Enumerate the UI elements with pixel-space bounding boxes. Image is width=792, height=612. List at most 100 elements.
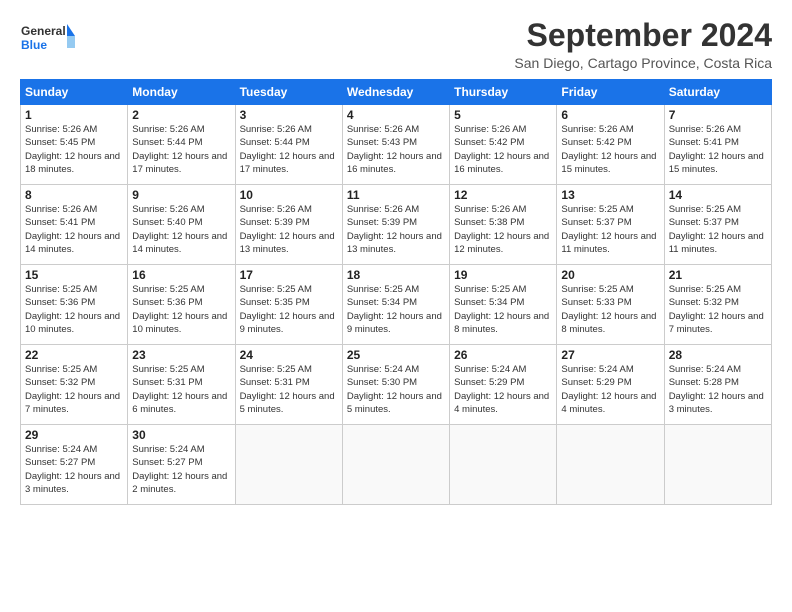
week-row-1: 1 Sunrise: 5:26 AM Sunset: 5:45 PM Dayli… xyxy=(21,105,772,185)
week-row-4: 22 Sunrise: 5:25 AM Sunset: 5:32 PM Dayl… xyxy=(21,345,772,425)
sunrise-label: Sunrise: 5:25 AM xyxy=(25,364,97,375)
day-info: Sunrise: 5:25 AM Sunset: 5:34 PM Dayligh… xyxy=(347,283,445,336)
daylight-label: Daylight: 12 hours and 12 minutes. xyxy=(454,231,549,255)
svg-text:Blue: Blue xyxy=(21,38,47,52)
calendar-cell xyxy=(557,425,664,505)
sunset-label: Sunset: 5:32 PM xyxy=(669,297,739,308)
day-number: 5 xyxy=(454,108,552,122)
daylight-label: Daylight: 12 hours and 11 minutes. xyxy=(669,231,764,255)
sunset-label: Sunset: 5:37 PM xyxy=(561,217,631,228)
calendar-cell: 20 Sunrise: 5:25 AM Sunset: 5:33 PM Dayl… xyxy=(557,265,664,345)
day-info: Sunrise: 5:26 AM Sunset: 5:41 PM Dayligh… xyxy=(25,203,123,256)
calendar-cell: 27 Sunrise: 5:24 AM Sunset: 5:29 PM Dayl… xyxy=(557,345,664,425)
daylight-label: Daylight: 12 hours and 9 minutes. xyxy=(347,311,442,335)
daylight-label: Daylight: 12 hours and 4 minutes. xyxy=(454,391,549,415)
day-info: Sunrise: 5:26 AM Sunset: 5:41 PM Dayligh… xyxy=(669,123,767,176)
day-info: Sunrise: 5:25 AM Sunset: 5:36 PM Dayligh… xyxy=(25,283,123,336)
daylight-label: Daylight: 12 hours and 16 minutes. xyxy=(454,151,549,175)
header-tuesday: Tuesday xyxy=(235,80,342,105)
sunset-label: Sunset: 5:32 PM xyxy=(25,377,95,388)
day-number: 22 xyxy=(25,348,123,362)
calendar-cell: 2 Sunrise: 5:26 AM Sunset: 5:44 PM Dayli… xyxy=(128,105,235,185)
day-number: 27 xyxy=(561,348,659,362)
sunset-label: Sunset: 5:34 PM xyxy=(347,297,417,308)
sunrise-label: Sunrise: 5:24 AM xyxy=(25,444,97,455)
daylight-label: Daylight: 12 hours and 3 minutes. xyxy=(669,391,764,415)
sunset-label: Sunset: 5:28 PM xyxy=(669,377,739,388)
day-number: 17 xyxy=(240,268,338,282)
calendar-cell: 25 Sunrise: 5:24 AM Sunset: 5:30 PM Dayl… xyxy=(342,345,449,425)
daylight-label: Daylight: 12 hours and 10 minutes. xyxy=(25,311,120,335)
calendar-cell: 13 Sunrise: 5:25 AM Sunset: 5:37 PM Dayl… xyxy=(557,185,664,265)
sunrise-label: Sunrise: 5:24 AM xyxy=(561,364,633,375)
daylight-label: Daylight: 12 hours and 7 minutes. xyxy=(669,311,764,335)
sunset-label: Sunset: 5:37 PM xyxy=(669,217,739,228)
sunrise-label: Sunrise: 5:26 AM xyxy=(669,124,741,135)
week-row-3: 15 Sunrise: 5:25 AM Sunset: 5:36 PM Dayl… xyxy=(21,265,772,345)
calendar-cell: 4 Sunrise: 5:26 AM Sunset: 5:43 PM Dayli… xyxy=(342,105,449,185)
day-number: 25 xyxy=(347,348,445,362)
day-number: 13 xyxy=(561,188,659,202)
svg-text:General: General xyxy=(21,24,66,38)
sunset-label: Sunset: 5:35 PM xyxy=(240,297,310,308)
calendar-cell: 18 Sunrise: 5:25 AM Sunset: 5:34 PM Dayl… xyxy=(342,265,449,345)
page: General Blue September 2024 San Diego, C… xyxy=(0,0,792,612)
calendar-table: Sunday Monday Tuesday Wednesday Thursday… xyxy=(20,79,772,505)
calendar-cell: 23 Sunrise: 5:25 AM Sunset: 5:31 PM Dayl… xyxy=(128,345,235,425)
sunrise-label: Sunrise: 5:26 AM xyxy=(25,204,97,215)
day-number: 14 xyxy=(669,188,767,202)
title-block: September 2024 San Diego, Cartago Provin… xyxy=(514,18,772,71)
daylight-label: Daylight: 12 hours and 9 minutes. xyxy=(240,311,335,335)
day-info: Sunrise: 5:25 AM Sunset: 5:37 PM Dayligh… xyxy=(561,203,659,256)
sunset-label: Sunset: 5:36 PM xyxy=(25,297,95,308)
day-number: 12 xyxy=(454,188,552,202)
sunset-label: Sunset: 5:39 PM xyxy=(240,217,310,228)
day-number: 30 xyxy=(132,428,230,442)
calendar-cell: 14 Sunrise: 5:25 AM Sunset: 5:37 PM Dayl… xyxy=(664,185,771,265)
day-number: 23 xyxy=(132,348,230,362)
sunset-label: Sunset: 5:31 PM xyxy=(132,377,202,388)
daylight-label: Daylight: 12 hours and 11 minutes. xyxy=(561,231,656,255)
calendar-cell xyxy=(235,425,342,505)
sunrise-label: Sunrise: 5:26 AM xyxy=(454,124,526,135)
sunset-label: Sunset: 5:29 PM xyxy=(454,377,524,388)
header-saturday: Saturday xyxy=(664,80,771,105)
day-info: Sunrise: 5:25 AM Sunset: 5:31 PM Dayligh… xyxy=(132,363,230,416)
sunset-label: Sunset: 5:41 PM xyxy=(25,217,95,228)
day-info: Sunrise: 5:24 AM Sunset: 5:29 PM Dayligh… xyxy=(561,363,659,416)
sunrise-label: Sunrise: 5:26 AM xyxy=(347,204,419,215)
header: General Blue September 2024 San Diego, C… xyxy=(20,18,772,71)
sunset-label: Sunset: 5:42 PM xyxy=(561,137,631,148)
logo-svg: General Blue xyxy=(20,18,75,58)
day-info: Sunrise: 5:26 AM Sunset: 5:45 PM Dayligh… xyxy=(25,123,123,176)
day-info: Sunrise: 5:25 AM Sunset: 5:31 PM Dayligh… xyxy=(240,363,338,416)
daylight-label: Daylight: 12 hours and 15 minutes. xyxy=(561,151,656,175)
calendar-cell: 11 Sunrise: 5:26 AM Sunset: 5:39 PM Dayl… xyxy=(342,185,449,265)
sunrise-label: Sunrise: 5:25 AM xyxy=(669,204,741,215)
sunset-label: Sunset: 5:45 PM xyxy=(25,137,95,148)
sunrise-label: Sunrise: 5:25 AM xyxy=(561,204,633,215)
day-info: Sunrise: 5:25 AM Sunset: 5:34 PM Dayligh… xyxy=(454,283,552,336)
daylight-label: Daylight: 12 hours and 15 minutes. xyxy=(669,151,764,175)
day-info: Sunrise: 5:25 AM Sunset: 5:36 PM Dayligh… xyxy=(132,283,230,336)
sunset-label: Sunset: 5:39 PM xyxy=(347,217,417,228)
sunset-label: Sunset: 5:33 PM xyxy=(561,297,631,308)
daylight-label: Daylight: 12 hours and 4 minutes. xyxy=(561,391,656,415)
daylight-label: Daylight: 12 hours and 10 minutes. xyxy=(132,311,227,335)
calendar-cell: 28 Sunrise: 5:24 AM Sunset: 5:28 PM Dayl… xyxy=(664,345,771,425)
day-number: 9 xyxy=(132,188,230,202)
daylight-label: Daylight: 12 hours and 18 minutes. xyxy=(25,151,120,175)
calendar-cell: 3 Sunrise: 5:26 AM Sunset: 5:44 PM Dayli… xyxy=(235,105,342,185)
daylight-label: Daylight: 12 hours and 13 minutes. xyxy=(240,231,335,255)
sunset-label: Sunset: 5:34 PM xyxy=(454,297,524,308)
daylight-label: Daylight: 12 hours and 8 minutes. xyxy=(454,311,549,335)
day-number: 3 xyxy=(240,108,338,122)
header-friday: Friday xyxy=(557,80,664,105)
daylight-label: Daylight: 12 hours and 8 minutes. xyxy=(561,311,656,335)
sunset-label: Sunset: 5:27 PM xyxy=(25,457,95,468)
daylight-label: Daylight: 12 hours and 17 minutes. xyxy=(132,151,227,175)
calendar-cell: 12 Sunrise: 5:26 AM Sunset: 5:38 PM Dayl… xyxy=(450,185,557,265)
daylight-label: Daylight: 12 hours and 14 minutes. xyxy=(25,231,120,255)
calendar-cell: 19 Sunrise: 5:25 AM Sunset: 5:34 PM Dayl… xyxy=(450,265,557,345)
day-info: Sunrise: 5:26 AM Sunset: 5:42 PM Dayligh… xyxy=(561,123,659,176)
